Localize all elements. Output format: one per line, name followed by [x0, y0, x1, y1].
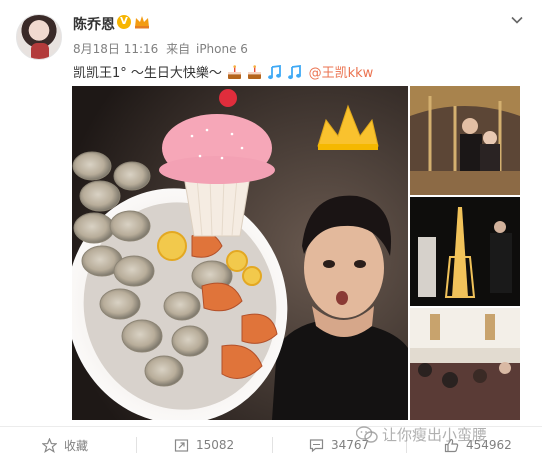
- post-text: 凯凯王1° ～生日大快樂～ @王凯kkw: [73, 62, 373, 81]
- author-avatar[interactable]: [16, 14, 62, 60]
- main-photo[interactable]: [72, 86, 408, 420]
- post-date[interactable]: 8月18日 11:16: [73, 42, 158, 56]
- cake-icon: [248, 65, 262, 79]
- post-source[interactable]: iPhone 6: [196, 42, 248, 56]
- author-name[interactable]: 陈乔恩: [73, 14, 115, 34]
- separator: [136, 437, 137, 453]
- post-body-text: 凯凯王1° ～生日大快樂～: [73, 66, 222, 81]
- music-note-icon: [268, 65, 282, 80]
- verified-badge-icon: V: [117, 15, 131, 29]
- music-note-icon: [288, 65, 302, 80]
- thumbnail-carousel-photo[interactable]: [410, 86, 520, 195]
- watermark-text: 让你瘦出小蛮腰: [382, 426, 488, 444]
- post-meta: 8月18日 11:16 来自 iPhone 6: [73, 40, 252, 57]
- comment-icon: [309, 438, 324, 452]
- weibo-post-card: 陈乔恩 V 8月18日 11:16 来自 iPhone 6 凯凯王1° ～生日大…: [0, 0, 542, 463]
- chevron-down-icon[interactable]: [511, 14, 523, 26]
- cake-icon: [228, 65, 242, 79]
- member-crown-icon: [135, 16, 149, 29]
- separator: [272, 437, 273, 453]
- thumbnail-theater-photo[interactable]: [410, 308, 520, 420]
- repost-button[interactable]: 15082: [174, 427, 234, 463]
- repost-icon: [174, 438, 189, 452]
- wechat-watermark: 让你瘦出小蛮腰: [356, 424, 487, 445]
- favorite-button[interactable]: 收藏: [42, 427, 88, 463]
- favorite-label: 收藏: [64, 438, 89, 453]
- star-icon: [42, 437, 57, 453]
- source-prefix: 来自: [166, 42, 191, 56]
- wechat-logo-icon: [356, 425, 378, 443]
- thumbnail-eiffel-tower-photo[interactable]: [410, 197, 520, 306]
- mention-link[interactable]: @王凯kkw: [309, 66, 374, 81]
- repost-count: 15082: [196, 438, 235, 452]
